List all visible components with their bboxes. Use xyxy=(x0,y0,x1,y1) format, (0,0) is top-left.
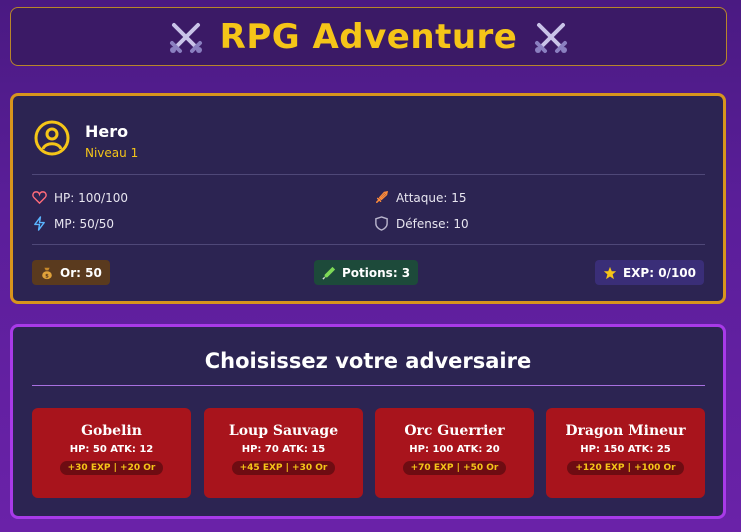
enemy-stats: HP: 50 ATK: 12 xyxy=(69,444,154,455)
page-title: RPG Adventure xyxy=(219,16,518,57)
money-bag-icon: $ xyxy=(42,267,52,279)
hero-level: Niveau 1 xyxy=(85,146,139,160)
heart-icon xyxy=(32,191,47,205)
hero-name: Hero xyxy=(85,122,129,141)
attack-value: Attaque: 15 xyxy=(396,190,467,205)
hero-card: Hero Niveau 1 HP: 100/100 MP: 50/50 Atta… xyxy=(10,93,726,304)
gold-value: Or: 50 xyxy=(60,265,102,280)
exp-value: EXP: 0/100 xyxy=(622,265,696,280)
enemy-card-orc-guerrier[interactable]: Orc Guerrier HP: 100 ATK: 20 +70 EXP | +… xyxy=(375,408,534,498)
crossed-swords-icon xyxy=(169,22,202,53)
svg-text:$: $ xyxy=(45,273,49,279)
attack-stat: Attaque: 15 xyxy=(374,190,467,205)
hp-value: HP: 100/100 xyxy=(54,190,128,205)
crossed-swords-icon xyxy=(535,22,568,53)
shield-icon xyxy=(375,216,388,231)
potions-value: Potions: 3 xyxy=(342,265,411,280)
enemy-panel: Choisissez votre adversaire Gobelin HP: … xyxy=(10,324,726,519)
mp-value: MP: 50/50 xyxy=(54,216,115,231)
divider xyxy=(32,174,705,175)
mp-stat: MP: 50/50 xyxy=(32,216,114,231)
sword-icon xyxy=(376,191,388,203)
enemy-stats: HP: 70 ATK: 15 xyxy=(241,444,326,455)
enemy-name: Loup Sauvage xyxy=(228,423,339,439)
lightning-icon xyxy=(34,216,45,231)
enemy-stats: HP: 100 ATK: 20 xyxy=(409,444,500,455)
star-icon xyxy=(603,266,617,279)
potions-badge: Potions: 3 xyxy=(314,260,419,285)
defense-value: Défense: 10 xyxy=(396,216,469,231)
divider xyxy=(32,244,705,245)
enemy-name: Orc Guerrier xyxy=(404,423,505,439)
hp-stat: HP: 100/100 xyxy=(32,190,128,205)
enemy-name: Gobelin xyxy=(81,423,142,439)
enemy-card-loup-sauvage[interactable]: Loup Sauvage HP: 70 ATK: 15 +45 EXP | +3… xyxy=(204,408,363,498)
enemy-card-gobelin[interactable]: Gobelin HP: 50 ATK: 12 +30 EXP | +20 Or xyxy=(32,408,191,498)
title-bar: RPG Adventure xyxy=(10,7,727,66)
defense-stat: Défense: 10 xyxy=(374,216,469,231)
divider xyxy=(32,385,705,386)
user-circle-icon xyxy=(34,120,70,156)
enemy-stats: HP: 150 ATK: 25 xyxy=(580,444,671,455)
enemy-card-dragon-mineur[interactable]: Dragon Mineur HP: 150 ATK: 25 +120 EXP |… xyxy=(546,408,705,498)
enemy-reward: +45 EXP | +30 Or xyxy=(231,461,336,475)
enemy-reward: +120 EXP | +100 Or xyxy=(567,461,684,475)
potion-icon xyxy=(322,266,336,280)
enemy-reward: +30 EXP | +20 Or xyxy=(59,461,164,475)
gold-badge: $ Or: 50 xyxy=(32,260,110,285)
exp-badge: EXP: 0/100 xyxy=(594,260,704,285)
enemy-reward: +70 EXP | +50 Or xyxy=(402,461,507,475)
enemy-panel-title: Choisissez votre adversaire xyxy=(204,349,532,373)
enemy-name: Dragon Mineur xyxy=(565,423,686,439)
